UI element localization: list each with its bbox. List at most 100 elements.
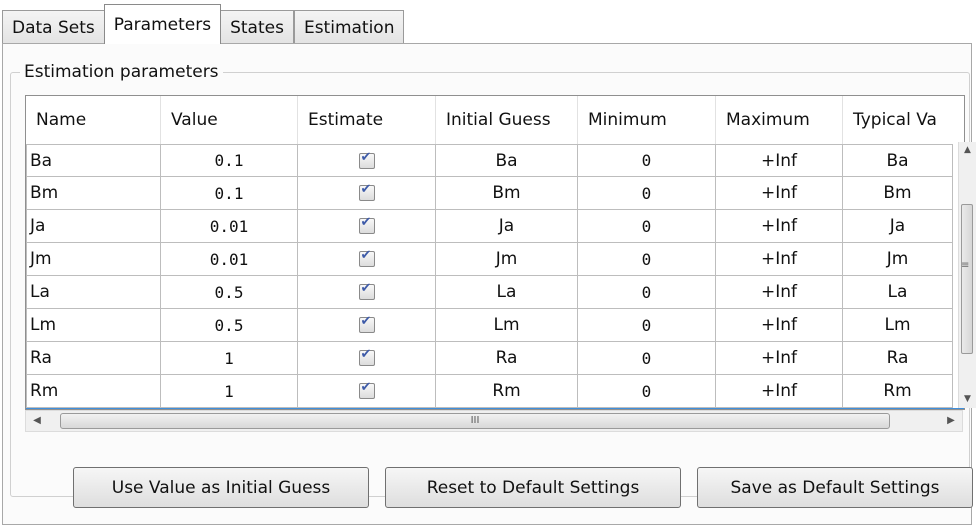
scroll-right-icon[interactable]: ▶ <box>940 411 962 431</box>
vertical-scroll-thumb[interactable] <box>961 204 973 354</box>
cell-name[interactable]: Jm <box>26 243 161 276</box>
table-row[interactable]: Ja0.01Ja0+InfJa <box>26 210 953 243</box>
column-header-typical-value[interactable]: Typical Va <box>843 96 953 144</box>
tab-states[interactable]: States <box>220 10 294 44</box>
table-row[interactable]: Ba0.1Ba0+InfBa <box>26 144 953 177</box>
cell-maximum[interactable]: +Inf <box>716 210 843 243</box>
cell-name[interactable]: Ba <box>26 144 161 177</box>
table-header: Name Value Estimate Initial Guess Minimu… <box>26 96 964 144</box>
estimate-checkbox[interactable] <box>358 215 375 234</box>
cell-minimum[interactable]: 0 <box>578 243 716 276</box>
column-header-estimate[interactable]: Estimate <box>298 96 436 144</box>
cell-name[interactable]: Lm <box>26 309 161 342</box>
tab-estimation[interactable]: Estimation <box>293 10 405 44</box>
cell-minimum[interactable]: 0 <box>578 276 716 309</box>
cell-value[interactable]: 0.1 <box>161 144 298 177</box>
cell-estimate[interactable] <box>298 375 436 408</box>
cell-minimum[interactable]: 0 <box>578 309 716 342</box>
cell-value[interactable]: 0.01 <box>161 243 298 276</box>
tab-data-sets[interactable]: Data Sets <box>2 10 105 44</box>
cell-initial-guess[interactable]: Jm <box>436 243 578 276</box>
cell-typical[interactable]: Ba <box>843 144 953 177</box>
table-row[interactable]: Jm0.01Jm0+InfJm <box>26 243 953 276</box>
estimate-checkbox[interactable] <box>358 281 375 300</box>
cell-name[interactable]: Bm <box>26 177 161 210</box>
cell-typical[interactable]: La <box>843 276 953 309</box>
column-header-maximum[interactable]: Maximum <box>716 96 843 144</box>
table-row[interactable]: Ra1Ra0+InfRa <box>26 342 953 375</box>
estimate-checkbox[interactable] <box>358 380 375 399</box>
use-value-as-initial-guess-button[interactable]: Use Value as Initial Guess <box>73 467 369 508</box>
parameters-table: Name Value Estimate Initial Guess Minimu… <box>25 95 965 410</box>
cell-initial-guess[interactable]: Lm <box>436 309 578 342</box>
cell-typical[interactable]: Ja <box>843 210 953 243</box>
cell-name[interactable]: Ra <box>26 342 161 375</box>
horizontal-scrollbar[interactable]: ◀ III ▶ <box>25 410 963 432</box>
cell-typical[interactable]: Rm <box>843 375 953 408</box>
reset-to-default-settings-button[interactable]: Reset to Default Settings <box>385 467 681 508</box>
estimate-checkbox[interactable] <box>358 248 375 267</box>
column-header-minimum[interactable]: Minimum <box>578 96 716 144</box>
cell-maximum[interactable]: +Inf <box>716 309 843 342</box>
cell-initial-guess[interactable]: Bm <box>436 177 578 210</box>
column-header-value[interactable]: Value <box>161 96 298 144</box>
cell-value[interactable]: 1 <box>161 342 298 375</box>
column-header-initial-guess[interactable]: Initial Guess <box>436 96 578 144</box>
cell-value[interactable]: 0.01 <box>161 210 298 243</box>
estimate-checkbox[interactable] <box>358 347 375 366</box>
cell-minimum[interactable]: 0 <box>578 177 716 210</box>
cell-typical[interactable]: Ra <box>843 342 953 375</box>
cell-estimate[interactable] <box>298 210 436 243</box>
cell-estimate[interactable] <box>298 243 436 276</box>
column-header-name[interactable]: Name <box>26 96 161 144</box>
cell-estimate[interactable] <box>298 342 436 375</box>
cell-maximum[interactable]: +Inf <box>716 276 843 309</box>
cell-value[interactable]: 0.1 <box>161 177 298 210</box>
cell-value[interactable]: 1 <box>161 375 298 408</box>
cell-typical[interactable]: Lm <box>843 309 953 342</box>
cell-estimate[interactable] <box>298 309 436 342</box>
tab-bar: Data Sets Parameters States Estimation <box>2 4 405 44</box>
cell-maximum[interactable]: +Inf <box>716 144 843 177</box>
estimate-checkbox[interactable] <box>358 314 375 333</box>
scroll-left-icon[interactable]: ◀ <box>26 411 48 431</box>
cell-typical[interactable]: Bm <box>843 177 953 210</box>
cell-maximum[interactable]: +Inf <box>716 177 843 210</box>
estimate-checkbox[interactable] <box>358 182 375 201</box>
cell-minimum[interactable]: 0 <box>578 375 716 408</box>
grip-icon: ≡ <box>961 260 970 271</box>
vertical-scrollbar[interactable]: ▲ ≡ ▼ <box>958 142 976 408</box>
cell-minimum[interactable]: 0 <box>578 144 716 177</box>
scroll-up-icon[interactable]: ▲ <box>959 142 976 159</box>
tab-parameters[interactable]: Parameters <box>103 4 222 44</box>
cell-name[interactable]: Ja <box>26 210 161 243</box>
cell-estimate[interactable] <box>298 276 436 309</box>
horizontal-scroll-thumb[interactable]: III <box>60 413 890 429</box>
cell-initial-guess[interactable]: Rm <box>436 375 578 408</box>
cell-initial-guess[interactable]: Ja <box>436 210 578 243</box>
table-row[interactable]: La0.5La0+InfLa <box>26 276 953 309</box>
cell-maximum[interactable]: +Inf <box>716 375 843 408</box>
cell-minimum[interactable]: 0 <box>578 342 716 375</box>
scroll-down-icon[interactable]: ▼ <box>959 391 976 408</box>
group-title: Estimation parameters <box>20 62 223 82</box>
cell-maximum[interactable]: +Inf <box>716 342 843 375</box>
save-as-default-settings-button[interactable]: Save as Default Settings <box>697 467 973 508</box>
cell-typical[interactable]: Jm <box>843 243 953 276</box>
table-row[interactable]: Rm1Rm0+InfRm <box>26 375 953 408</box>
table-body: Ba0.1Ba0+InfBaBm0.1Bm0+InfBmJa0.01Ja0+In… <box>26 144 953 408</box>
cell-name[interactable]: La <box>26 276 161 309</box>
cell-value[interactable]: 0.5 <box>161 309 298 342</box>
cell-maximum[interactable]: +Inf <box>716 243 843 276</box>
cell-estimate[interactable] <box>298 144 436 177</box>
cell-minimum[interactable]: 0 <box>578 210 716 243</box>
cell-value[interactable]: 0.5 <box>161 276 298 309</box>
cell-estimate[interactable] <box>298 177 436 210</box>
cell-initial-guess[interactable]: Ba <box>436 144 578 177</box>
cell-name[interactable]: Rm <box>26 375 161 408</box>
table-row[interactable]: Bm0.1Bm0+InfBm <box>26 177 953 210</box>
estimate-checkbox[interactable] <box>358 150 375 169</box>
cell-initial-guess[interactable]: La <box>436 276 578 309</box>
table-row[interactable]: Lm0.5Lm0+InfLm <box>26 309 953 342</box>
cell-initial-guess[interactable]: Ra <box>436 342 578 375</box>
